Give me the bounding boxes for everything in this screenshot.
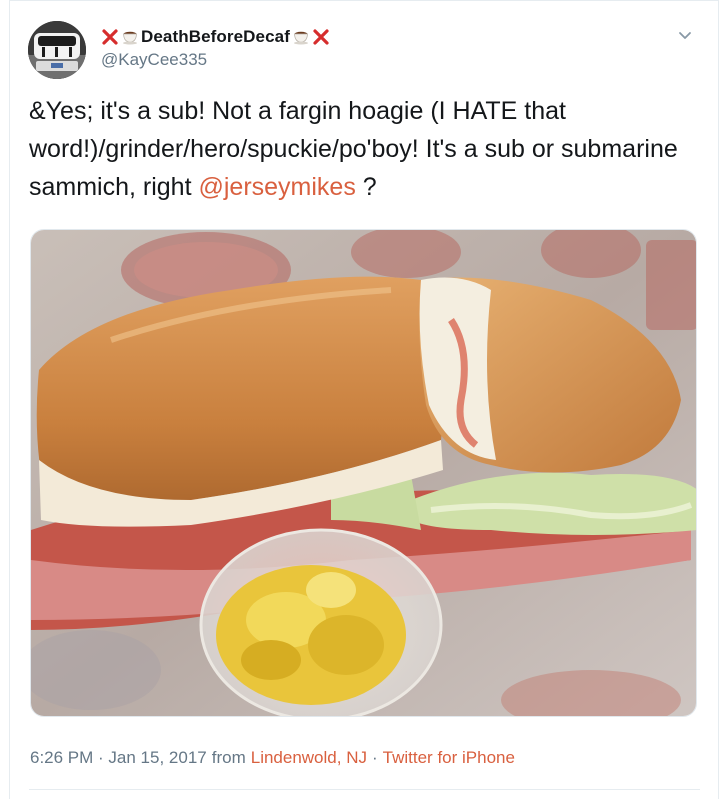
coffee-cup-icon <box>293 29 309 45</box>
cross-mark-icon <box>101 28 119 46</box>
tweet-meta: 6:26 PM · Jan 15, 2017 from Lindenwold, … <box>30 748 515 768</box>
author-name-row[interactable]: DeathBeforeDecaf <box>101 26 330 48</box>
mention-link[interactable]: @jerseymikes <box>198 173 355 201</box>
tweet-body-end: ? <box>355 173 377 201</box>
author-handle[interactable]: @KayCee335 <box>101 50 207 70</box>
coffee-cup-icon <box>122 29 138 45</box>
meta-separator: · <box>371 748 378 767</box>
tweet-photo[interactable] <box>30 229 697 717</box>
chevron-down-icon[interactable] <box>676 26 694 44</box>
avatar[interactable] <box>28 21 86 79</box>
cross-mark-icon <box>312 28 330 46</box>
client-link[interactable]: Twitter for iPhone <box>383 748 515 768</box>
display-name: DeathBeforeDecaf <box>141 27 290 46</box>
sub-sandwich-image <box>31 230 696 716</box>
bottom-divider <box>29 789 700 790</box>
tweet-text: &Yes; it's a sub! Not a fargin hoagie (I… <box>29 92 699 206</box>
from-label: from <box>211 748 246 767</box>
timestamp[interactable]: 6:26 PM · Jan 15, 2017 <box>30 748 207 768</box>
location-link[interactable]: Lindenwold, NJ <box>251 748 367 768</box>
